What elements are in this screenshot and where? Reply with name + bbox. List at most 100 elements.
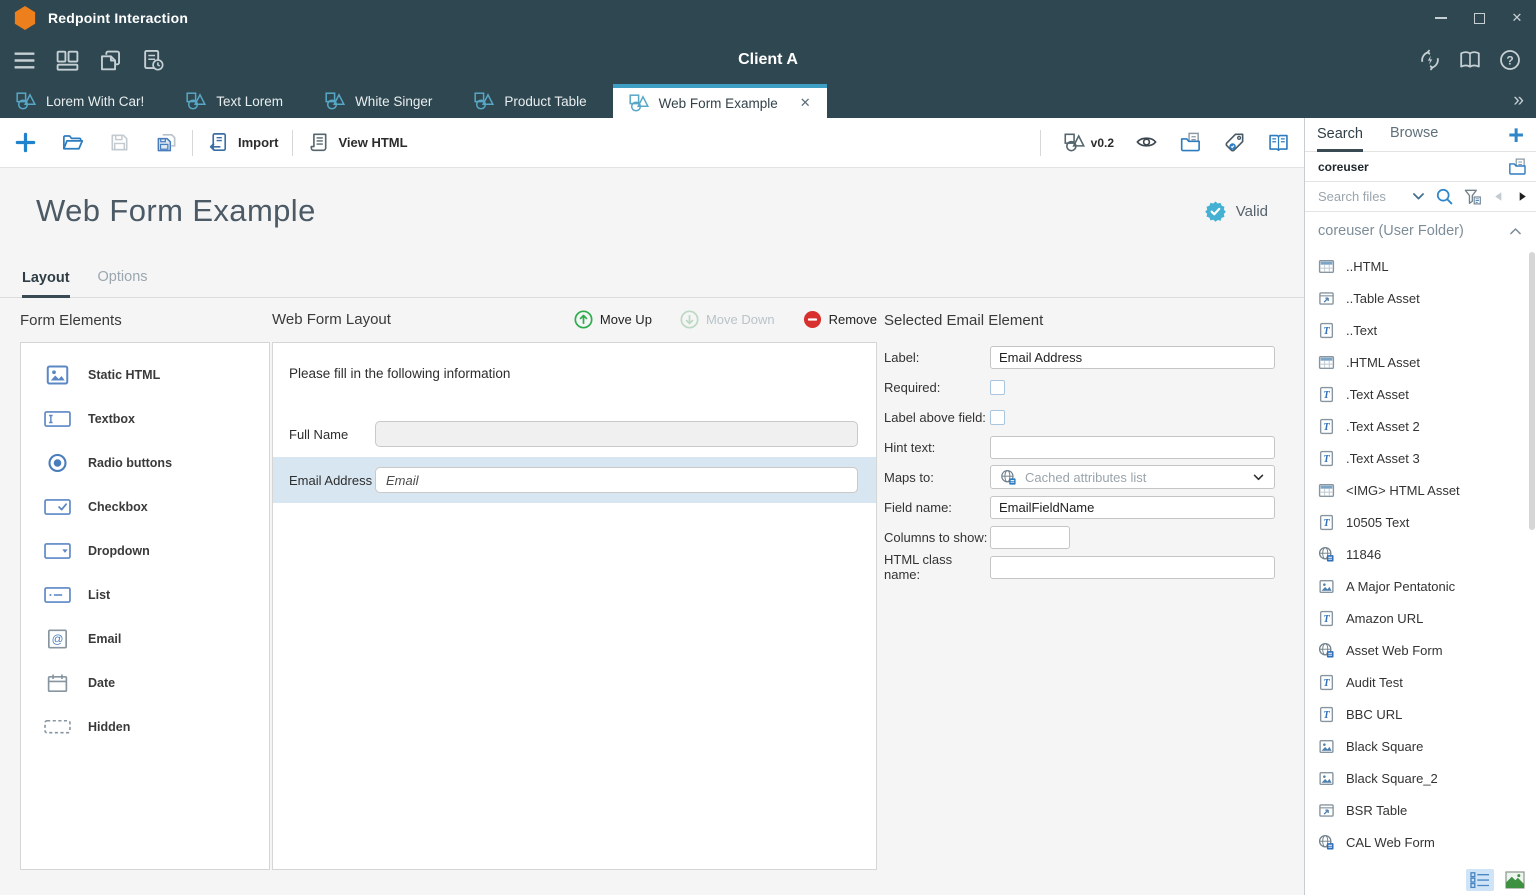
file-item-html-asset[interactable]: .HTML Asset <box>1305 346 1536 378</box>
form-element-email[interactable]: Email <box>21 617 269 661</box>
search-icon[interactable] <box>1435 187 1454 206</box>
copy-pages-icon[interactable] <box>1179 131 1202 154</box>
file-item-text[interactable]: ..Text <box>1305 314 1536 346</box>
sidebar-scrollbar[interactable] <box>1529 252 1535 530</box>
menu-icon[interactable] <box>12 48 37 73</box>
file-item-amazon-url[interactable]: Amazon URL <box>1305 602 1536 634</box>
file-item-cal-web-form[interactable]: CAL Web Form <box>1305 826 1536 858</box>
form-element-checkbox[interactable]: Checkbox <box>21 485 269 529</box>
close-tab-icon[interactable]: ✕ <box>800 95 811 111</box>
static-html-icon <box>44 365 71 385</box>
text-file-icon <box>1318 610 1335 627</box>
remove-button[interactable]: Remove <box>803 310 877 329</box>
file-item-black-square-2[interactable]: Black Square_2 <box>1305 762 1536 794</box>
chevron-down-icon[interactable] <box>1411 189 1426 204</box>
open-folder-icon[interactable] <box>61 131 84 154</box>
file-item-bsr-table[interactable]: BSR Table <box>1305 794 1536 826</box>
file-item-audit-test[interactable]: Audit Test <box>1305 666 1536 698</box>
copy-page-icon[interactable] <box>98 48 123 73</box>
cards-icon[interactable] <box>55 48 80 73</box>
field-name-input[interactable] <box>990 496 1275 519</box>
tab-layout[interactable]: Layout <box>22 270 70 298</box>
filter-icon[interactable] <box>1463 187 1482 206</box>
preview-eye-icon[interactable] <box>1135 131 1158 154</box>
tab-white-singer[interactable]: White Singer ✕ <box>309 84 458 118</box>
form-intro-text: Please fill in the following information <box>273 343 876 411</box>
image-view-toggle[interactable] <box>1501 869 1529 891</box>
form-element-date[interactable]: Date <box>21 661 269 705</box>
move-down-icon <box>680 310 699 329</box>
search-files-input[interactable]: Search files <box>1318 189 1402 204</box>
file-item-text-asset[interactable]: .Text Asset <box>1305 378 1536 410</box>
prev-arrow-icon[interactable] <box>1491 189 1506 204</box>
email-icon <box>44 629 71 649</box>
sidebar-tab-search[interactable]: Search <box>1317 119 1363 152</box>
move-up-button[interactable]: Move Up <box>574 310 652 329</box>
layout-row-full-name[interactable]: Full Name <box>273 411 876 457</box>
label-above-checkbox[interactable] <box>990 410 1005 425</box>
tab-product-table[interactable]: Product Table ✕ <box>458 84 612 118</box>
copy-pages-icon[interactable] <box>1507 157 1528 177</box>
file-item-a-major-pentatonic[interactable]: A Major Pentatonic <box>1305 570 1536 602</box>
file-history-icon[interactable] <box>141 48 166 73</box>
help-icon[interactable] <box>1498 48 1522 72</box>
tab-text-lorem[interactable]: Text Lorem ✕ <box>170 84 309 118</box>
file-item-html[interactable]: ..HTML <box>1305 250 1536 282</box>
maps-to-select[interactable]: Cached attributes list <box>990 465 1275 489</box>
columns-to-show-input[interactable] <box>990 526 1070 549</box>
maximize-button[interactable] <box>1460 1 1498 35</box>
toolbar-divider <box>292 130 293 156</box>
tag-icon[interactable] <box>1223 131 1246 154</box>
file-item-text-asset-3[interactable]: .Text Asset 3 <box>1305 442 1536 474</box>
file-item-text-asset-2[interactable]: .Text Asset 2 <box>1305 410 1536 442</box>
app-logo-icon <box>14 6 36 30</box>
valid-badge-icon <box>1204 200 1227 223</box>
layout-row-email-address[interactable]: Email Address <box>273 457 876 503</box>
file-item-asset-web-form[interactable]: Asset Web Form <box>1305 634 1536 666</box>
form-row-label: Email Address <box>289 473 375 488</box>
form-element-textbox[interactable]: Textbox <box>21 397 269 441</box>
open-book-icon[interactable] <box>1458 48 1482 72</box>
move-down-button[interactable]: Move Down <box>680 310 775 329</box>
shapes-icon <box>16 92 36 110</box>
editor-content: Form Elements Static HTML Textbox Radio … <box>0 298 1304 895</box>
form-element-hidden[interactable]: Hidden <box>21 705 269 749</box>
save-all-icon[interactable] <box>155 131 178 154</box>
form-element-static-html[interactable]: Static HTML <box>21 353 269 397</box>
list-view-toggle[interactable] <box>1466 869 1494 891</box>
sidebar-tab-browse[interactable]: Browse <box>1390 118 1438 151</box>
globe-attribute-icon <box>1000 469 1017 486</box>
file-item-bbc-url[interactable]: BBC URL <box>1305 698 1536 730</box>
save-icon[interactable] <box>108 131 131 154</box>
form-element-dropdown[interactable]: Dropdown <box>21 529 269 573</box>
hint-text-input[interactable] <box>990 436 1275 459</box>
form-row-input[interactable] <box>375 421 858 447</box>
tab-options[interactable]: Options <box>98 269 148 297</box>
file-item-black-square[interactable]: Black Square <box>1305 730 1536 762</box>
required-checkbox[interactable] <box>990 380 1005 395</box>
close-button[interactable]: ✕ <box>1498 1 1536 35</box>
form-row-input[interactable] <box>375 467 858 493</box>
file-item-table-asset[interactable]: ..Table Asset <box>1305 282 1536 314</box>
import-button[interactable]: Import <box>207 131 278 154</box>
file-item-img-html-asset[interactable]: <IMG> HTML Asset <box>1305 474 1536 506</box>
file-item-11846[interactable]: 11846 <box>1305 538 1536 570</box>
new-icon[interactable] <box>14 131 37 154</box>
html-class-name-input[interactable] <box>990 556 1275 579</box>
chevron-up-icon[interactable] <box>1508 224 1523 239</box>
version-button[interactable]: v0.2 <box>1064 133 1114 152</box>
file-item-10505-text[interactable]: 10505 Text <box>1305 506 1536 538</box>
form-element-list[interactable]: List <box>21 573 269 617</box>
tab-overflow-button[interactable]: » <box>1499 90 1536 112</box>
reference-book-icon[interactable] <box>1267 131 1290 154</box>
add-asset-button[interactable]: + <box>1496 122 1536 148</box>
minimize-icon <box>1435 17 1447 19</box>
form-element-radio-buttons[interactable]: Radio buttons <box>21 441 269 485</box>
view-html-button[interactable]: View HTML <box>307 131 407 154</box>
label-input[interactable] <box>990 346 1275 369</box>
flash-sync-icon[interactable] <box>1418 48 1442 72</box>
next-arrow-icon[interactable] <box>1515 189 1530 204</box>
tab-lorem-with-car[interactable]: Lorem With Car! ✕ <box>0 84 170 118</box>
tab-web-form-example[interactable]: Web Form Example ✕ <box>613 84 827 118</box>
minimize-button[interactable] <box>1422 1 1460 35</box>
